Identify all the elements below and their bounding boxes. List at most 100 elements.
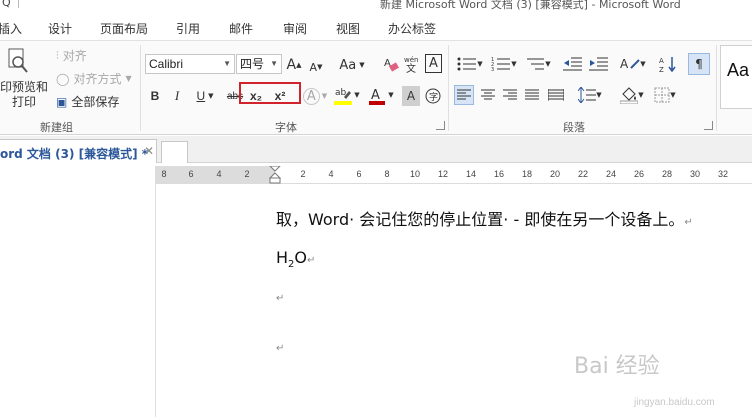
new-tab-button[interactable]	[161, 141, 188, 163]
text-effects-button[interactable]: A ▼	[302, 86, 328, 106]
tab-office-tab[interactable]: 办公标签	[388, 20, 436, 37]
ruler-label: 10	[409, 169, 421, 179]
ruler-label: 20	[549, 169, 561, 179]
tab-design[interactable]: 设计	[48, 20, 72, 37]
chevron-down-icon: ▼	[640, 60, 646, 68]
ruler-label: 12	[437, 169, 449, 179]
borders-button[interactable]: ▼	[650, 85, 680, 105]
grow-font-button[interactable]: A ▲	[286, 55, 302, 75]
chevron-down-icon: ▼	[511, 60, 517, 68]
paragraph-4[interactable]: ↵	[276, 336, 284, 355]
font-dialog-launcher-icon[interactable]	[436, 121, 445, 130]
distribute-icon[interactable]	[546, 85, 566, 105]
phonetic-guide-icon[interactable]: wén 文	[402, 53, 422, 75]
watermark-logo: Bai 经验	[574, 354, 660, 379]
print-preview-icon[interactable]	[6, 47, 30, 75]
font-color-button[interactable]: A ▼	[366, 84, 396, 106]
justify-icon[interactable]	[522, 85, 542, 105]
increase-indent-icon[interactable]	[588, 53, 610, 75]
tab-review[interactable]: 审阅	[283, 20, 307, 37]
indent-marker-icon[interactable]	[267, 166, 283, 184]
paragraph-1[interactable]: 取，Word· 会记住您的停止位置· - 即使在另一个设备上。↵	[276, 206, 693, 230]
sort-icon[interactable]: AZ	[656, 53, 682, 75]
ruler-label: 14	[465, 169, 477, 179]
numbering-button[interactable]: 123 ▼	[488, 53, 520, 75]
quick-access-icon[interactable]: Q	[2, 0, 11, 9]
ruler-label: 2	[300, 169, 306, 179]
close-icon[interactable]: ✕	[144, 144, 154, 158]
align-right-icon[interactable]	[500, 85, 520, 105]
font-name-combo[interactable]: Calibri ▼	[145, 54, 235, 74]
font-size-value: 四号	[240, 57, 265, 71]
decrease-indent-icon[interactable]	[562, 53, 584, 75]
line-spacing-button[interactable]: ▼	[574, 85, 606, 105]
paragraph-3[interactable]: ↵	[276, 286, 284, 305]
document-page[interactable]: 取，Word· 会记住您的停止位置· - 即使在另一个设备上。↵ H2O↵ ↵ …	[157, 184, 752, 417]
enclose-char-icon[interactable]: 字	[424, 86, 442, 106]
align-left-icon[interactable]	[454, 85, 474, 105]
tab-references[interactable]: 引用	[176, 20, 200, 37]
svg-text:文: 文	[406, 62, 416, 74]
align-center-icon[interactable]	[478, 85, 498, 105]
print-preview-button[interactable]: 印预览和 打印	[0, 79, 50, 111]
ruler-label: 32	[717, 169, 729, 179]
line-spacing-icon	[578, 87, 597, 103]
ruler-label: 8	[161, 169, 167, 179]
chinese-layout-button[interactable]: A ▼	[616, 53, 650, 75]
chevron-down-icon: ▼	[596, 91, 602, 99]
borders-icon	[654, 87, 670, 103]
document-tab[interactable]: ord 文档 (3) [兼容模式] * ✕	[0, 139, 157, 163]
chevron-down-icon[interactable]: ▼	[270, 55, 278, 73]
change-case-button[interactable]: Aa ▼	[338, 55, 366, 75]
italic-button[interactable]: I	[170, 86, 184, 106]
svg-text:A: A	[371, 88, 380, 103]
chevron-down-icon: ▼	[477, 60, 483, 68]
tab-page-layout[interactable]: 页面布局	[100, 20, 148, 37]
show-marks-icon[interactable]: ¶	[688, 53, 710, 75]
paragraph-mark-icon: ↵	[307, 255, 316, 266]
chevron-down-icon: ▼	[125, 74, 132, 83]
align-button[interactable]: ⫶ 对齐	[56, 47, 87, 64]
group-divider	[140, 45, 141, 131]
highlight-button[interactable]: ab ▼	[332, 84, 362, 106]
group-new-label: 新建组	[40, 121, 73, 134]
shrink-font-label: A	[309, 60, 318, 74]
paragraph-2[interactable]: H2O↵	[276, 248, 315, 270]
annotation-highlight-box	[239, 82, 301, 104]
bullets-icon	[457, 57, 477, 71]
char-shading-button[interactable]: A	[402, 86, 420, 106]
ruler-label: 28	[661, 169, 673, 179]
align-label: 对齐	[62, 49, 87, 63]
chevron-down-icon[interactable]: ▼	[223, 55, 231, 73]
svg-text:A: A	[620, 57, 629, 71]
tab-insert[interactable]: 插入	[0, 20, 22, 37]
paragraph-mark-icon: ↵	[684, 217, 693, 228]
shading-button[interactable]: ▼	[616, 85, 648, 105]
tab-mailings[interactable]: 邮件	[229, 20, 253, 37]
ruler-label: 30	[689, 169, 701, 179]
chevron-down-icon: ▼	[638, 91, 644, 99]
save-icon: ▣	[56, 94, 68, 109]
font-size-combo[interactable]: 四号 ▼	[236, 54, 282, 74]
navigation-pane	[0, 184, 156, 417]
horizontal-ruler[interactable]: 8 6 4 2 2 4 6 8 10 12 14 16 18 20 22 24 …	[155, 166, 752, 184]
style-preview-normal[interactable]: Aa	[720, 45, 752, 109]
tab-view[interactable]: 视图	[336, 20, 360, 37]
font-name-value: Calibri	[149, 57, 184, 71]
group-paragraph-label: 段落	[563, 121, 585, 134]
underline-button[interactable]: U ▼	[192, 86, 218, 106]
multilevel-list-button[interactable]: ▼	[522, 53, 554, 75]
align-mode-button[interactable]: ◯ 对齐方式 ▼	[56, 70, 132, 87]
save-all-button[interactable]: ▣ 全部保存	[56, 93, 119, 110]
title-bar: Q 新建 Microsoft Word 文档 (3) [兼容模式] - Micr…	[0, 0, 752, 14]
clear-format-icon[interactable]: A	[380, 53, 402, 75]
bold-button[interactable]: B	[148, 86, 162, 106]
paragraph-dialog-launcher-icon[interactable]	[704, 121, 713, 130]
char-border-button[interactable]: A	[425, 54, 442, 73]
ruler-label: 6	[188, 169, 194, 179]
align-icon: ⫶	[56, 48, 59, 62]
highlighter-icon: ab	[334, 88, 353, 105]
bullets-button[interactable]: ▼	[454, 53, 486, 75]
shrink-font-button[interactable]: A ▼	[308, 57, 324, 77]
shrink-icon: ▼	[317, 63, 323, 71]
